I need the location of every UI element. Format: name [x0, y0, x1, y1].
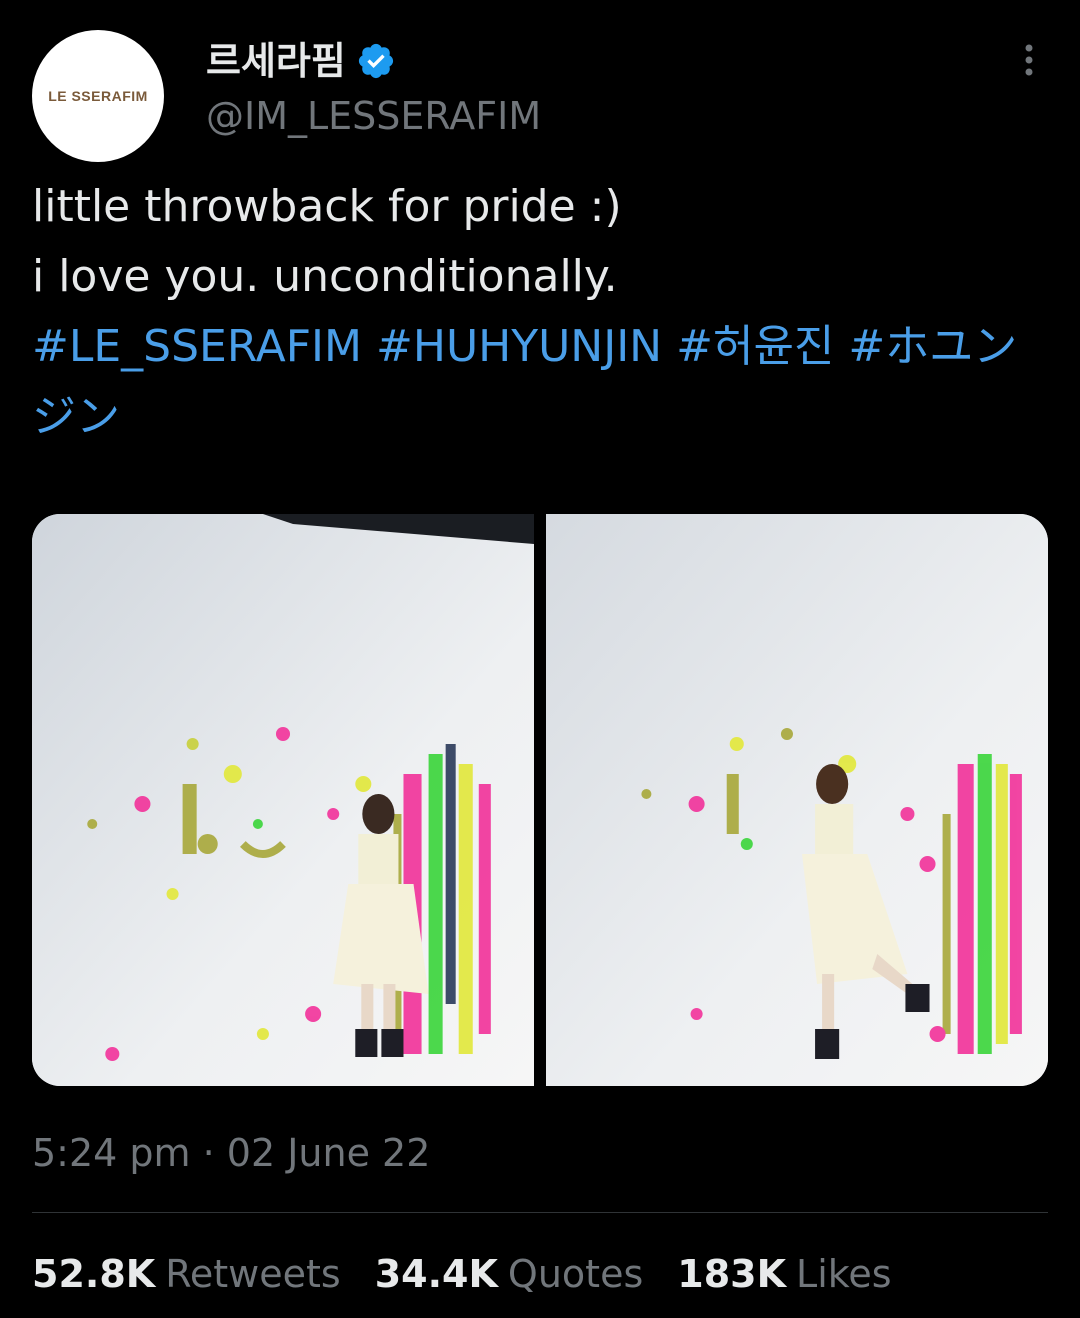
- retweets-stat[interactable]: 52.8K Retweets: [32, 1248, 341, 1300]
- name-row: 르세라핌: [206, 36, 396, 86]
- quotes-count: 34.4K: [374, 1252, 498, 1296]
- photo-illustration: [546, 514, 1048, 1086]
- tweet-text-line: i love you. unconditionally.: [32, 251, 618, 302]
- photo-illustration: [32, 514, 534, 1086]
- likes-label: Likes: [796, 1252, 892, 1296]
- tweet-photo-1[interactable]: [32, 514, 534, 1086]
- tweet-text-line: little throwback for pride :): [32, 181, 622, 232]
- more-options-icon[interactable]: [1014, 42, 1044, 82]
- verified-badge-icon: [358, 43, 393, 79]
- retweets-count: 52.8K: [32, 1252, 156, 1296]
- tweet-timestamp[interactable]: 5:24 pm · 02 June 22: [32, 1128, 430, 1178]
- hashtag-link[interactable]: #HUHYUNJIN: [376, 321, 662, 372]
- avatar[interactable]: LE SSERAFIM: [32, 30, 164, 162]
- hashtag-link[interactable]: #허윤진: [676, 321, 834, 372]
- display-name[interactable]: 르세라핌: [206, 36, 346, 86]
- tweet-text: little throwback for pride :) i love you…: [32, 172, 1042, 452]
- avatar-logo-text: LE SSERAFIM: [48, 88, 148, 104]
- quotes-stat[interactable]: 34.4K Quotes: [375, 1248, 644, 1300]
- likes-stat[interactable]: 183K Likes: [677, 1248, 891, 1300]
- divider: [32, 1212, 1048, 1213]
- likes-count: 183K: [677, 1252, 787, 1296]
- user-handle[interactable]: @IM_LESSERAFIM: [206, 92, 541, 140]
- hashtag-link[interactable]: #LE_SSERAFIM: [32, 321, 362, 372]
- tweet-photo-2[interactable]: [546, 514, 1048, 1086]
- retweets-label: Retweets: [165, 1252, 341, 1296]
- quotes-label: Quotes: [507, 1252, 644, 1296]
- tweet-header: LE SSERAFIM 르세라핌 @IM_LESSERAFIM: [32, 30, 1048, 162]
- media-grid: [32, 514, 1048, 1086]
- engagement-stats: 52.8K Retweets 34.4K Quotes 183K Likes: [32, 1248, 926, 1300]
- hashtag-list: #LE_SSERAFIM #HUHYUNJIN #허윤진 #ホユンジン: [32, 312, 1042, 452]
